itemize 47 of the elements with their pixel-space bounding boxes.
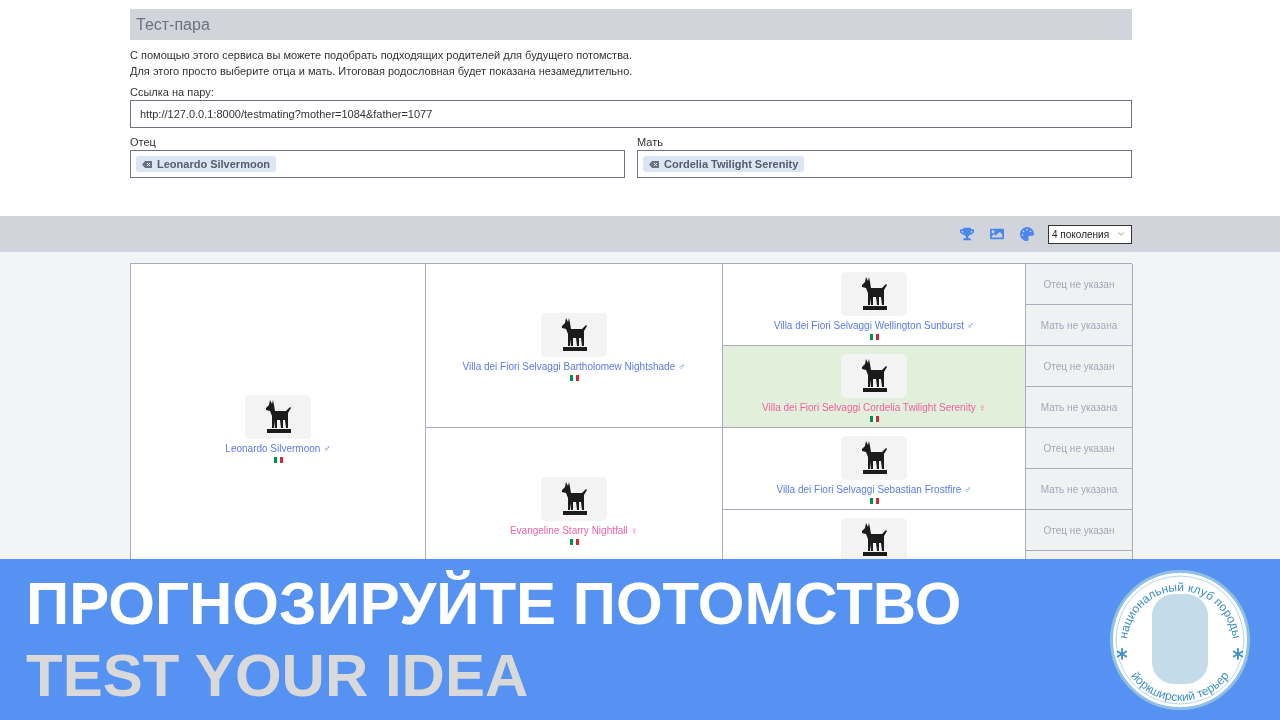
link-field[interactable]: http://127.0.0.1:8000/testmating?mother=1084&father=1077 [130,100,1132,128]
dog-name-link[interactable]: Villa dei Fiori Selvaggi Bartholomew Nightshade ♂ [462,361,686,373]
parent-select-field[interactable]: Leonardo Silvermoon [130,150,625,178]
field-label: Отец [130,135,157,149]
dog-logo-image [541,313,607,357]
section-title: Тест-пара [136,14,210,35]
dog-logo-image [245,395,311,439]
asterisk-icon [1116,647,1128,660]
backspace-icon[interactable] [649,160,659,168]
dog-name-link[interactable]: Villa dei Fiori Selvaggi Wellington Sunburst ♂ [773,320,975,332]
dog-name-link[interactable]: Leonardo Silvermoon ♂ [225,443,331,455]
dog-logo-image [841,272,907,316]
dog-logo-image [541,477,607,521]
unknown-parent-cell: Отец не указан [1026,346,1133,387]
flag-icon [869,498,879,504]
backspace-icon[interactable] [142,160,152,168]
generations-select[interactable]: 4 поколения [1048,224,1132,244]
trophy-icon[interactable] [960,227,974,241]
flag-icon [273,457,283,463]
flag-icon [869,334,879,340]
dog-logo-image [841,354,907,398]
unknown-parent-cell: Отец не указан [1026,510,1133,551]
palette-icon[interactable] [1020,227,1034,241]
selected-dog-chip[interactable]: Leonardo Silvermoon [136,156,277,172]
dog-logo-image [841,436,907,480]
field-label: Ссылка на пару: [130,85,215,99]
unknown-parent-cell: Мать не указана [1026,469,1133,510]
intro-text: Для этого просто выберите отца и мать. Итоговая родословная будет показана незамедлительно. [130,64,634,79]
unknown-parent-cell: Мать не указана [1026,387,1133,428]
flag-icon [569,375,579,381]
flag-icon [569,539,579,545]
intro-text: С помощью этого сервиса вы можете подобрать подходящих родителей для будущего потомства. [130,48,634,63]
banner-headline: ПРОГНОЗИРУЙТЕ ПОТОМСТВО [26,568,962,639]
selected-dog-chip[interactable]: Cordelia Twilight Serenity [643,156,805,172]
unknown-parent-cell: Мать не указана [1026,305,1133,346]
asterisk-icon [1232,647,1244,660]
dog-name-link[interactable]: Evangeline Starry Nightfall ♀ [509,525,639,537]
dog-name-link[interactable]: Villa dei Fiori Selvaggi Sebastian Frostfire ♂ [776,484,972,496]
field-label: Мать [637,135,664,149]
banner-subheadline: TEST YOUR IDEA [26,640,530,711]
dog-name-link[interactable]: Villa dei Fiori Selvaggi Cordelia Twilight Serenity ♀ [762,402,986,414]
unknown-parent-cell: Отец не указан [1026,264,1133,305]
image-icon[interactable] [990,227,1004,241]
chevron-down-icon [1116,229,1126,239]
unknown-parent-cell: Отец не указан [1026,428,1133,469]
flag-icon [869,416,879,422]
parent-select-field[interactable]: Cordelia Twilight Serenity [637,150,1132,178]
